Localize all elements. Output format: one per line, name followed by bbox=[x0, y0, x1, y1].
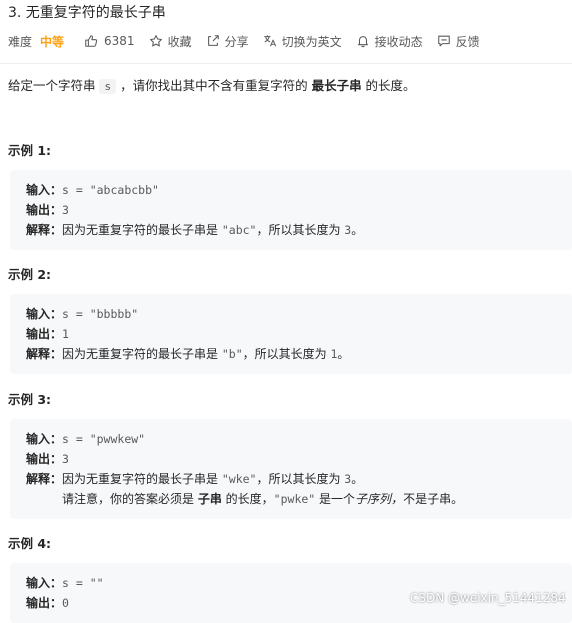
like-button[interactable]: 6381 bbox=[84, 34, 135, 48]
problem-meta-bar: 难度 中等 6381 收藏 分享 切换为英文 接收动态 反馈 bbox=[8, 30, 494, 52]
feedback-label: 反馈 bbox=[455, 34, 480, 49]
watermark: CSDN @weixin_51441284 bbox=[410, 591, 566, 605]
example-title: 示例 3: bbox=[8, 392, 52, 407]
example-block: 输入：s = "bbbbb" 输出：1 解释：因为无重复字符的最长子串是 "b"… bbox=[10, 294, 572, 374]
switch-language-label: 切换为英文 bbox=[281, 34, 342, 49]
problem-title: 3. 无重复字符的最长子串 bbox=[8, 5, 166, 21]
example-output: 输出：1 bbox=[26, 327, 69, 341]
example-block: 输入：s = "abcabcbb" 输出：3 解释：因为无重复字符的最长子串是 … bbox=[10, 170, 572, 250]
thumbs-up-icon bbox=[85, 35, 98, 47]
switch-language-button[interactable]: 切换为英文 bbox=[263, 33, 342, 50]
example-title: 示例 2: bbox=[8, 267, 52, 282]
translate-icon bbox=[263, 35, 276, 47]
example-input: 输入：s = "bbbbb" bbox=[26, 307, 139, 321]
header-divider bbox=[0, 63, 572, 64]
example-explanation: 解释：因为无重复字符的最长子串是 "b"，所以其长度为 1。 bbox=[26, 347, 350, 361]
share-icon bbox=[207, 35, 219, 46]
inline-code: s bbox=[99, 79, 117, 94]
example-output: 输出：3 bbox=[26, 452, 69, 466]
like-count: 6381 bbox=[104, 34, 135, 48]
difficulty-value: 中等 bbox=[40, 34, 65, 49]
example-explanation: 解释：因为无重复字符的最长子串是 "abc"，所以其长度为 3。 bbox=[26, 223, 364, 237]
bell-icon bbox=[357, 36, 368, 48]
example-note: 请注意，你的答案必须是 子串 的长度，"pwke" 是一个子序列，不是子串。 bbox=[62, 492, 464, 506]
collect-button[interactable]: 收藏 bbox=[149, 33, 192, 50]
example-input: 输入：s = "abcabcbb" bbox=[26, 183, 159, 197]
example-output: 输出：3 bbox=[26, 203, 69, 217]
feedback-icon bbox=[437, 35, 450, 47]
example-input: 输入：s = "" bbox=[26, 576, 104, 590]
share-button[interactable]: 分享 bbox=[206, 33, 249, 50]
collect-label: 收藏 bbox=[167, 34, 192, 49]
share-label: 分享 bbox=[224, 34, 249, 49]
example-block: 输入：s = "pwwkew" 输出：3 解释：因为无重复字符的最长子串是 "w… bbox=[10, 419, 572, 519]
bold-term: 最长子串 bbox=[311, 78, 362, 93]
example-title: 示例 4: bbox=[8, 536, 52, 551]
example-explanation: 解释：因为无重复字符的最长子串是 "wke"，所以其长度为 3。 bbox=[26, 472, 364, 486]
star-icon bbox=[149, 35, 162, 47]
example-input: 输入：s = "pwwkew" bbox=[26, 432, 146, 446]
example-output: 输出：0 bbox=[26, 596, 69, 610]
problem-description: 给定一个字符串 s ，请你找出其中不含有重复字符的 最长子串 的长度。 bbox=[8, 78, 416, 94]
subscribe-label: 接收动态 bbox=[374, 34, 423, 49]
subscribe-button[interactable]: 接收动态 bbox=[356, 33, 423, 50]
feedback-button[interactable]: 反馈 bbox=[437, 33, 480, 50]
example-title: 示例 1: bbox=[8, 143, 52, 158]
difficulty-label: 难度 bbox=[8, 34, 33, 49]
